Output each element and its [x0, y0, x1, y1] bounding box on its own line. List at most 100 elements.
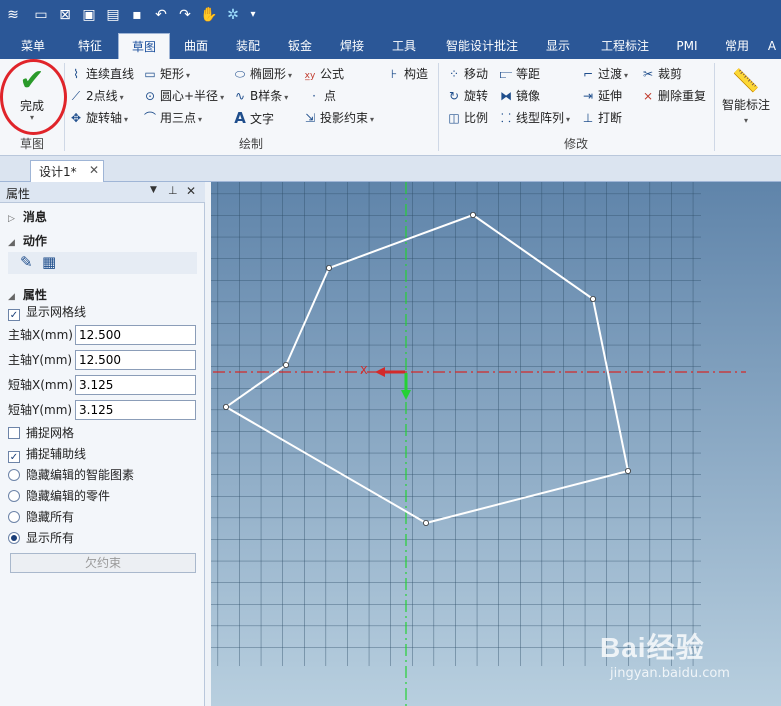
tab-surface[interactable]: 曲面 [172, 33, 220, 59]
tab-display[interactable]: 显示 [536, 33, 580, 59]
tab-smart-design[interactable]: 智能设计批注 [438, 33, 526, 59]
show-grid-checkbox[interactable]: ✓ 显示网格线 [8, 302, 86, 322]
tab-sketch[interactable]: 草图 [118, 33, 170, 59]
rotate-axis-button[interactable]: ✥ 旋转轴 ▾ [68, 108, 128, 128]
bspline-button[interactable]: ∿ B样条 ▾ [232, 86, 288, 106]
panel-dropdown-icon[interactable]: ▼ [150, 185, 157, 195]
text-icon: A [234, 109, 246, 127]
extend-button[interactable]: ⇥ 延伸 [580, 86, 622, 106]
scissors-icon: ✂ [642, 67, 654, 81]
redo-icon[interactable]: ↷ [176, 6, 194, 24]
line-icon: ⟋ [71, 89, 81, 103]
wizard-icon[interactable]: ✲ [224, 6, 242, 24]
pin-icon[interactable]: ⊥ [168, 184, 178, 197]
checkbox-checked[interactable]: ✓ [8, 309, 20, 321]
move-icon: ⁘ [448, 67, 460, 81]
array-icon: ⸬ [501, 111, 511, 125]
move-button[interactable]: ⁘ 移动 [446, 64, 488, 84]
mirror-button[interactable]: ⧓ 镜像 [498, 86, 540, 106]
circle-icon: ⊙ [144, 89, 156, 103]
hide-all-radio[interactable]: 隐藏所有 [8, 507, 74, 527]
show-all-radio[interactable]: 显示所有 [8, 528, 74, 548]
tab-sheetmetal[interactable]: 钣金 [276, 33, 324, 59]
tab-pmi[interactable]: PMI [668, 33, 706, 59]
hand-icon[interactable]: ✋ [200, 6, 218, 24]
watermark: Bai经验 jingyan.baidu.com [590, 618, 770, 698]
panel-close-icon[interactable]: ✕ [186, 184, 196, 198]
panel-header: 属性 ▼ ⊥ ✕ [0, 182, 205, 203]
tab-common[interactable]: 常用 [716, 33, 758, 59]
action-section[interactable]: ◢ 动作 [8, 231, 47, 251]
app-menu-icon[interactable]: ≋ [4, 6, 22, 24]
major-y-field[interactable] [75, 350, 196, 370]
save-icon[interactable]: ▪ [128, 6, 146, 24]
minor-y-field[interactable] [75, 400, 196, 420]
under-constraint-button[interactable]: 欠约束 [10, 553, 196, 573]
project-icon: ⇲ [304, 111, 316, 125]
hide-parts-radio[interactable]: 隐藏编辑的零件 [8, 486, 110, 506]
offset-button[interactable]: ⫍ 等距 [498, 64, 540, 84]
scale-icon: ◫ [448, 111, 460, 125]
delete-duplicate-icon: ⨯ [642, 89, 654, 103]
ribbon-panel: 草图 绘制 修改 ⌇ 连续直线 ▭ 矩形 ▾ ⬭ 椭圆形 ▾ x̲y 公式 ⊦ 构造 ⟋ 2点线… [0, 59, 781, 156]
tab-more[interactable]: A [764, 33, 780, 59]
doc-tab-label: 设计1* [39, 165, 77, 179]
construct-icon: ⊦ [390, 67, 398, 81]
table-icon[interactable]: ▦ [42, 253, 56, 271]
rectangle-button[interactable]: ▭ 矩形 ▾ [142, 64, 190, 84]
undo-icon[interactable]: ↶ [152, 6, 170, 24]
smart-dimension-button[interactable]: 📏 智能标注 ▾ [720, 67, 772, 131]
hide-smart-radio[interactable]: 隐藏编辑的智能图素 [8, 465, 134, 485]
tab-dimension[interactable]: 工程标注 [590, 33, 660, 59]
rotate-button[interactable]: ↻ 旋转 [446, 86, 488, 106]
arc-icon: ⌒ [143, 111, 156, 125]
ruler-icon: 📏 [732, 69, 760, 94]
tab-feature[interactable]: 特征 [62, 33, 118, 59]
scale-button[interactable]: ◫ 比例 [446, 108, 488, 128]
open-icon[interactable]: ▣ [80, 6, 98, 24]
snap-grid-checkbox[interactable]: 捕捉网格 [8, 423, 74, 443]
close-tab-icon[interactable]: ✕ [89, 163, 99, 177]
polyline-icon: ⌇ [73, 67, 79, 81]
message-section[interactable]: ▷ 消息 [8, 207, 47, 227]
ellipse-button[interactable]: ⬭ 椭圆形 ▾ [232, 64, 292, 84]
point-button[interactable]: · 点 [306, 86, 336, 106]
snap-guide-checkbox[interactable]: ✓ 捕捉辅助线 [8, 444, 86, 464]
edit-icon[interactable]: ✎ [20, 253, 33, 271]
doc-tab[interactable]: 设计1* ✕ [30, 160, 104, 182]
minor-x-field[interactable] [75, 375, 196, 395]
new-file-icon[interactable]: ▭ [32, 6, 50, 24]
trim-button[interactable]: ✂ 裁剪 [640, 64, 682, 84]
tab-assembly[interactable]: 装配 [224, 33, 272, 59]
group-label-draw: 绘制 [238, 137, 263, 151]
text-button[interactable]: A 文字 [232, 108, 274, 128]
highlight-ring [0, 59, 67, 135]
circle-button[interactable]: ⊙ 圆心+半径 ▾ [142, 86, 224, 106]
two-point-line-button[interactable]: ⟋ 2点线 ▾ [68, 86, 124, 106]
delete-duplicate-button[interactable]: ⨯ 删除重复 [640, 86, 706, 106]
major-x-field[interactable] [75, 325, 196, 345]
save-close-icon[interactable]: ⊠ [56, 6, 74, 24]
group-label-modify: 修改 [563, 137, 588, 151]
construct-button[interactable]: ⊦ 构造 [386, 64, 428, 84]
break-button[interactable]: ⊥ 打断 [580, 108, 622, 128]
more-icon[interactable]: ▾ [244, 6, 262, 24]
major-y-label: 主轴Y(mm) [8, 353, 73, 367]
folder-icon[interactable]: ▤ [104, 6, 122, 24]
action-toolbar: ✎ ▦ [8, 252, 197, 274]
spline-icon: ∿ [234, 89, 246, 103]
tab-tools[interactable]: 工具 [380, 33, 428, 59]
three-point-arc-button[interactable]: ⌒ 用三点 ▾ [142, 108, 202, 128]
tab-weld[interactable]: 焊接 [328, 33, 376, 59]
tab-menu[interactable]: 菜单 [10, 33, 56, 59]
fillet-icon: ⌐ [582, 67, 594, 81]
formula-button[interactable]: x̲y 公式 [302, 64, 344, 84]
project-constraint-button[interactable]: ⇲ 投影约束 ▾ [302, 108, 374, 128]
formula-icon: x̲y [304, 71, 316, 81]
major-x-label: 主轴X(mm) [8, 328, 73, 342]
rectangle-icon: ▭ [144, 67, 156, 81]
linear-array-button[interactable]: ⸬ 线型阵列 ▾ [498, 108, 570, 128]
transition-button[interactable]: ⌐ 过渡 ▾ [580, 64, 628, 84]
grid-area [211, 182, 701, 666]
polyline-button[interactable]: ⌇ 连续直线 [68, 64, 134, 84]
